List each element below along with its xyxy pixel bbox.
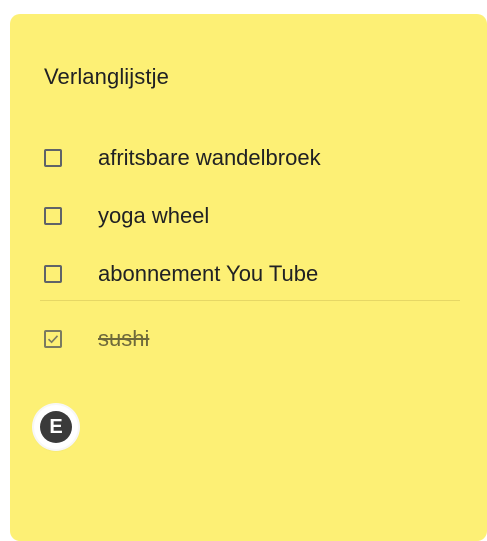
note-card[interactable]: Verlanglijstje afritsbare wandelbroek yo… bbox=[10, 14, 487, 541]
list-item-label[interactable]: afritsbare wandelbroek bbox=[98, 145, 321, 171]
checkbox-checked[interactable] bbox=[44, 330, 62, 348]
checkbox[interactable] bbox=[44, 149, 62, 167]
avatar-initial: E bbox=[40, 411, 72, 443]
note-title[interactable]: Verlanglijstje bbox=[44, 64, 169, 90]
divider bbox=[40, 300, 460, 301]
checkbox[interactable] bbox=[44, 207, 62, 225]
list-item-label[interactable]: abonnement You Tube bbox=[98, 261, 318, 287]
list-item-label[interactable]: yoga wheel bbox=[98, 203, 209, 229]
collaborator-avatar[interactable]: E bbox=[34, 405, 78, 449]
list-item[interactable]: yoga wheel bbox=[44, 199, 209, 233]
checked-item-label[interactable]: sushi bbox=[98, 326, 149, 352]
list-item[interactable]: abonnement You Tube bbox=[44, 257, 318, 291]
checked-list-item[interactable]: sushi bbox=[44, 322, 149, 356]
check-icon bbox=[47, 335, 59, 344]
list-item[interactable]: afritsbare wandelbroek bbox=[44, 141, 321, 175]
checkbox[interactable] bbox=[44, 265, 62, 283]
